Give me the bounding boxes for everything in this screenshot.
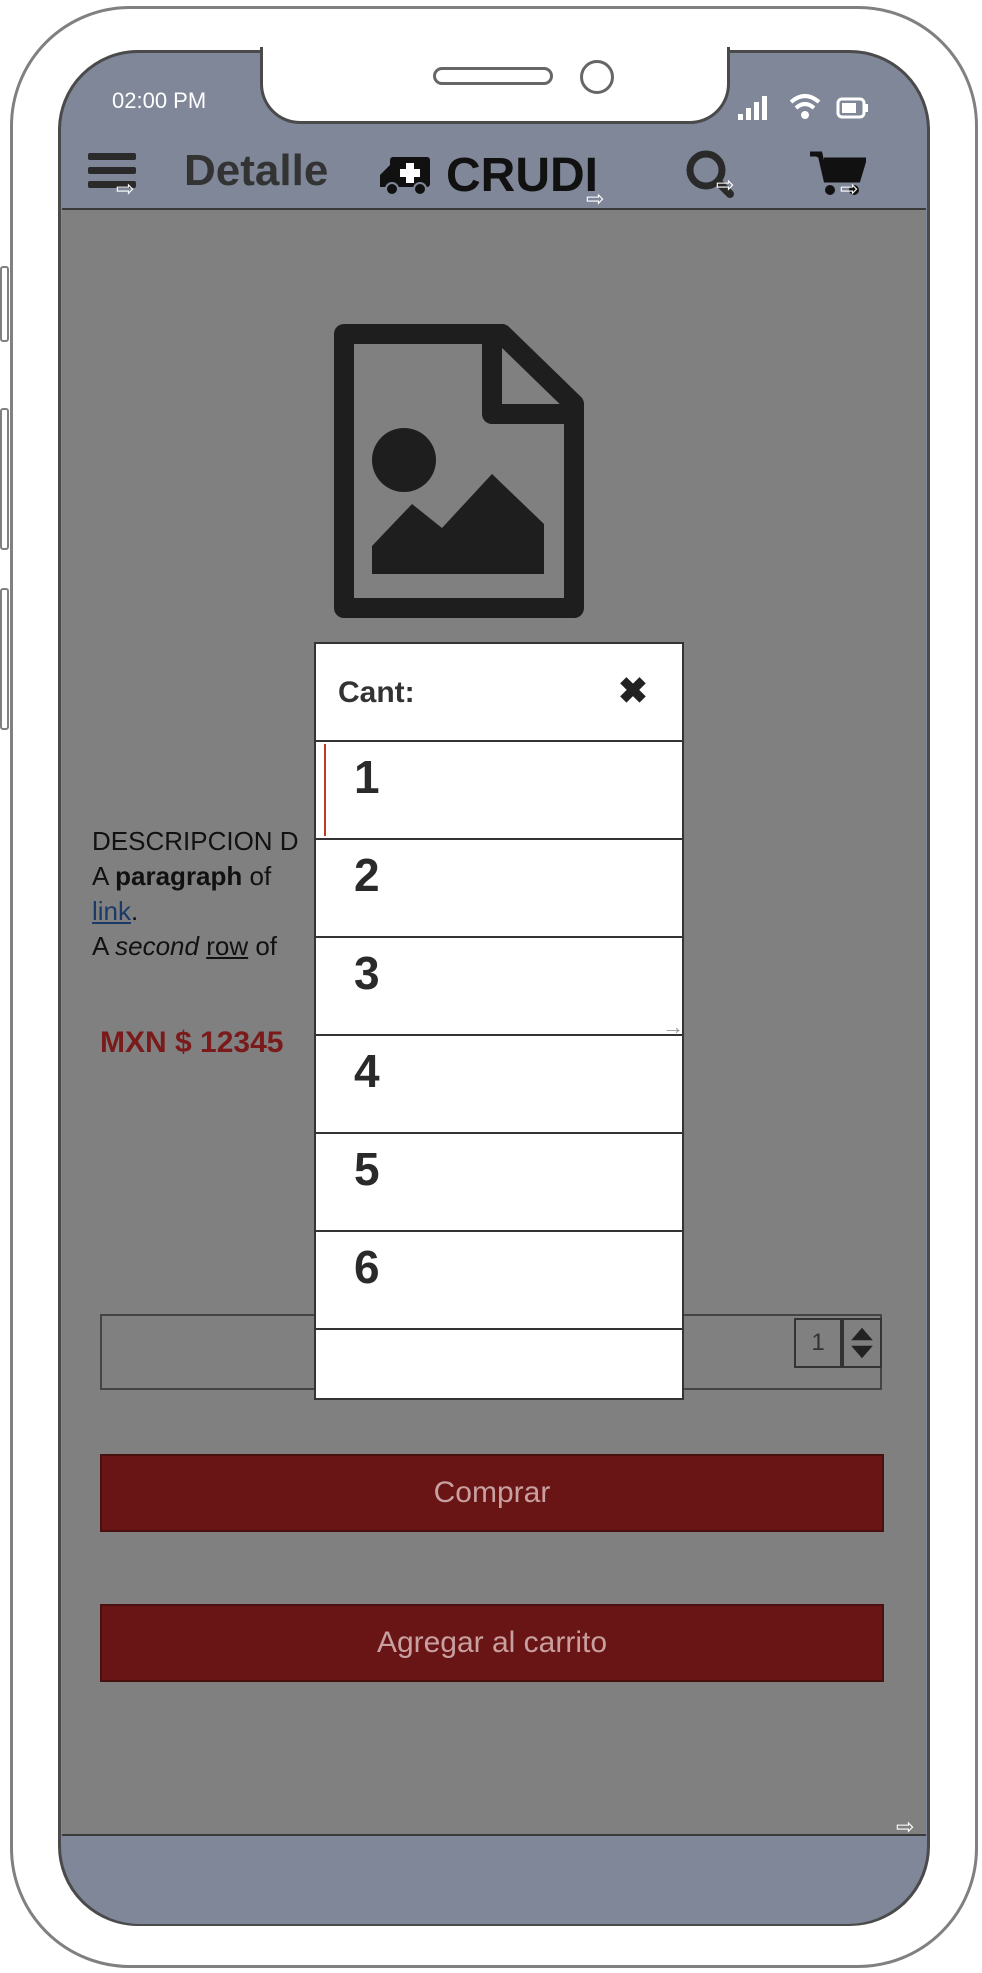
quantity-value[interactable]: 1 bbox=[794, 1318, 842, 1368]
status-icons bbox=[738, 88, 878, 120]
quantity-option[interactable]: 3 bbox=[316, 938, 682, 1036]
phone-notch bbox=[260, 47, 730, 124]
dialog-title: Cant: bbox=[338, 676, 415, 709]
dialog-header: Cant: ✖ bbox=[316, 644, 682, 742]
add-to-cart-button[interactable]: Agregar al carrito bbox=[100, 1604, 884, 1682]
quantity-option[interactable]: 2 bbox=[316, 840, 682, 938]
product-price: MXN $ 12345 bbox=[100, 1026, 284, 1059]
description-link[interactable]: link bbox=[92, 896, 131, 926]
quantity-option[interactable]: 1 bbox=[316, 742, 682, 840]
page-title: Detalle bbox=[184, 146, 329, 195]
close-icon[interactable]: ✖ bbox=[618, 670, 648, 712]
link-arrow-icon: ⇨ bbox=[840, 176, 859, 201]
brand[interactable]: CRUDI bbox=[378, 148, 598, 203]
phone-camera bbox=[580, 60, 614, 94]
quantity-dialog: Cant: ✖ 1 2 3 4 5 6 bbox=[314, 642, 684, 1400]
quantity-option[interactable]: 5 bbox=[316, 1134, 682, 1232]
ambulance-icon bbox=[380, 156, 430, 196]
quantity-option[interactable]: 4 bbox=[316, 1036, 682, 1134]
signal-icon bbox=[738, 96, 767, 120]
status-time: 02:00 PM bbox=[112, 88, 207, 113]
brand-name: CRUDI bbox=[446, 149, 598, 202]
link-arrow-icon: ⇨ bbox=[716, 172, 735, 197]
quantity-option[interactable] bbox=[316, 1330, 682, 1394]
link-arrow-icon: → bbox=[662, 1014, 684, 1039]
phone-side-button bbox=[0, 588, 9, 730]
bottom-bar bbox=[62, 1836, 926, 1924]
image-file-icon bbox=[334, 324, 584, 618]
phone-side-button bbox=[0, 408, 9, 550]
quantity-stepper[interactable] bbox=[842, 1318, 882, 1368]
buy-button[interactable]: Comprar bbox=[100, 1454, 884, 1532]
wifi-icon bbox=[789, 94, 821, 119]
phone-speaker bbox=[433, 67, 553, 85]
phone-side-button bbox=[0, 266, 9, 342]
battery-icon bbox=[836, 97, 868, 119]
quantity-option[interactable]: 6 bbox=[316, 1232, 682, 1330]
link-arrow-icon: ⇨ bbox=[116, 176, 135, 201]
